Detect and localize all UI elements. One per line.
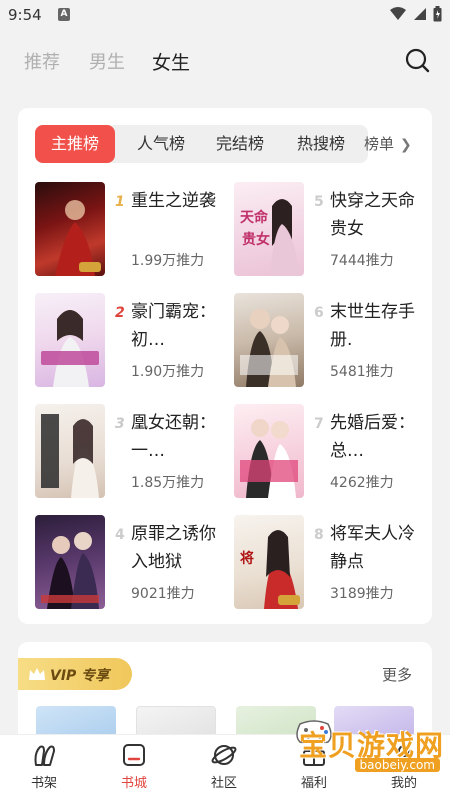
nav-bookstore[interactable]: 书城	[104, 741, 164, 791]
watermark: 宝贝游戏网 baobeiy.com	[286, 720, 446, 784]
signal-icon	[390, 7, 406, 20]
book-title: 凰女还朝：一…	[131, 413, 216, 461]
status-time: 9:54	[8, 6, 42, 24]
rank-number: 8	[314, 527, 324, 543]
rank-number: 3	[115, 416, 125, 432]
book-title: 原罪之诱你入地狱	[131, 524, 216, 572]
book-votes: 3189推力	[330, 586, 394, 602]
book-votes: 1.85万推力	[131, 475, 205, 491]
notification-icon: A	[58, 8, 70, 21]
tab-completed[interactable]: 完结榜	[201, 125, 279, 163]
book-title: 末世生存手册.	[330, 302, 415, 350]
nav-label: 书城	[120, 776, 147, 791]
tab-female[interactable]: 女生	[152, 48, 190, 75]
tab-hot-search[interactable]: 热搜榜	[281, 125, 361, 163]
wifi-icon	[414, 8, 426, 20]
rank-number: 4	[115, 527, 125, 543]
rank-number: 2	[115, 305, 125, 321]
svg-text:贵女: 贵女	[242, 231, 270, 248]
book-votes: 1.90万推力	[131, 364, 205, 380]
book-item[interactable]: 天命贵女 5 快穿之天命贵女 7444推力	[234, 182, 434, 278]
crown-icon	[29, 668, 45, 680]
tab-male[interactable]: 男生	[89, 48, 125, 74]
bookshelf-icon	[34, 745, 55, 766]
status-bar: 9:54 A	[0, 0, 450, 30]
book-votes: 5481推力	[330, 364, 394, 380]
book-cover	[234, 293, 304, 387]
book-cover	[35, 182, 105, 276]
book-item[interactable]: 3 凰女还朝：一… 1.85万推力	[35, 404, 235, 500]
community-icon	[211, 745, 237, 765]
book-cover: 将	[234, 515, 304, 609]
book-cover	[35, 293, 105, 387]
rank-number: 6	[314, 305, 324, 321]
bookstore-icon	[123, 744, 145, 766]
top-navigation: 推荐 男生 女生	[0, 30, 450, 90]
tab-recommend[interactable]: 推荐	[24, 48, 60, 74]
book-votes: 1.99万推力	[131, 253, 205, 269]
book-item[interactable]: 6 末世生存手册. 5481推力	[234, 293, 434, 389]
nav-bookshelf[interactable]: 书架	[14, 741, 74, 791]
nav-label: 书架	[30, 776, 57, 791]
chevron-right-icon: ❯	[400, 137, 412, 153]
ranking-list-link[interactable]: 榜单 ❯	[364, 125, 412, 163]
rank-number: 5	[314, 194, 324, 210]
tab-main-push[interactable]: 主推榜	[35, 125, 115, 163]
book-cover	[35, 404, 105, 498]
tab-popular[interactable]: 人气榜	[123, 125, 199, 163]
book-votes: 4262推力	[330, 475, 394, 491]
vip-badge-label: VIP 专享	[50, 668, 110, 684]
ranking-list-label: 榜单	[364, 135, 395, 153]
book-title: 豪门霸宠：初…	[131, 302, 216, 350]
book-cover	[234, 404, 304, 498]
book-title: 重生之逆袭	[131, 191, 216, 211]
search-icon[interactable]	[404, 47, 430, 73]
rank-number: 1	[115, 194, 125, 210]
rank-number: 7	[314, 416, 324, 432]
nav-community[interactable]: 社区	[194, 741, 254, 791]
book-cover: 天命 贵女	[234, 182, 304, 276]
battery-icon	[433, 6, 442, 22]
ranking-card: 主推榜 人气榜 完结榜 热搜榜 榜单 ❯ 1 重生之逆袭 1.99万推力 2 豪门…	[18, 108, 432, 624]
book-item[interactable]: 7 先婚后爱：总… 4262推力	[234, 404, 434, 500]
vip-more-link[interactable]: 更多	[382, 664, 412, 685]
nav-label: 社区	[210, 776, 237, 791]
book-title: 先婚后爱：总…	[330, 413, 415, 461]
book-title: 将军夫人冷静点	[330, 524, 415, 572]
vip-badge: VIP 专享	[18, 658, 132, 690]
book-item[interactable]: 将 8 将军夫人冷静点 3189推力	[234, 515, 434, 611]
svg-text:将: 将	[240, 550, 254, 567]
ranking-tabs: 主推榜 人气榜 完结榜 热搜榜	[35, 125, 368, 163]
watermark-url: baobeiy.com	[354, 758, 440, 772]
book-votes: 9021推力	[131, 586, 195, 602]
book-title: 快穿之天命贵女	[330, 191, 415, 239]
svg-text:天命: 天命	[240, 209, 269, 226]
book-cover	[35, 515, 105, 609]
book-item[interactable]: 4 原罪之诱你入地狱 9021推力	[35, 515, 235, 611]
status-icons	[389, 6, 442, 22]
book-item[interactable]: 2 豪门霸宠：初… 1.90万推力	[35, 293, 235, 389]
book-votes: 7444推力	[330, 253, 394, 269]
book-item[interactable]: 1 重生之逆袭 1.99万推力	[35, 182, 235, 278]
